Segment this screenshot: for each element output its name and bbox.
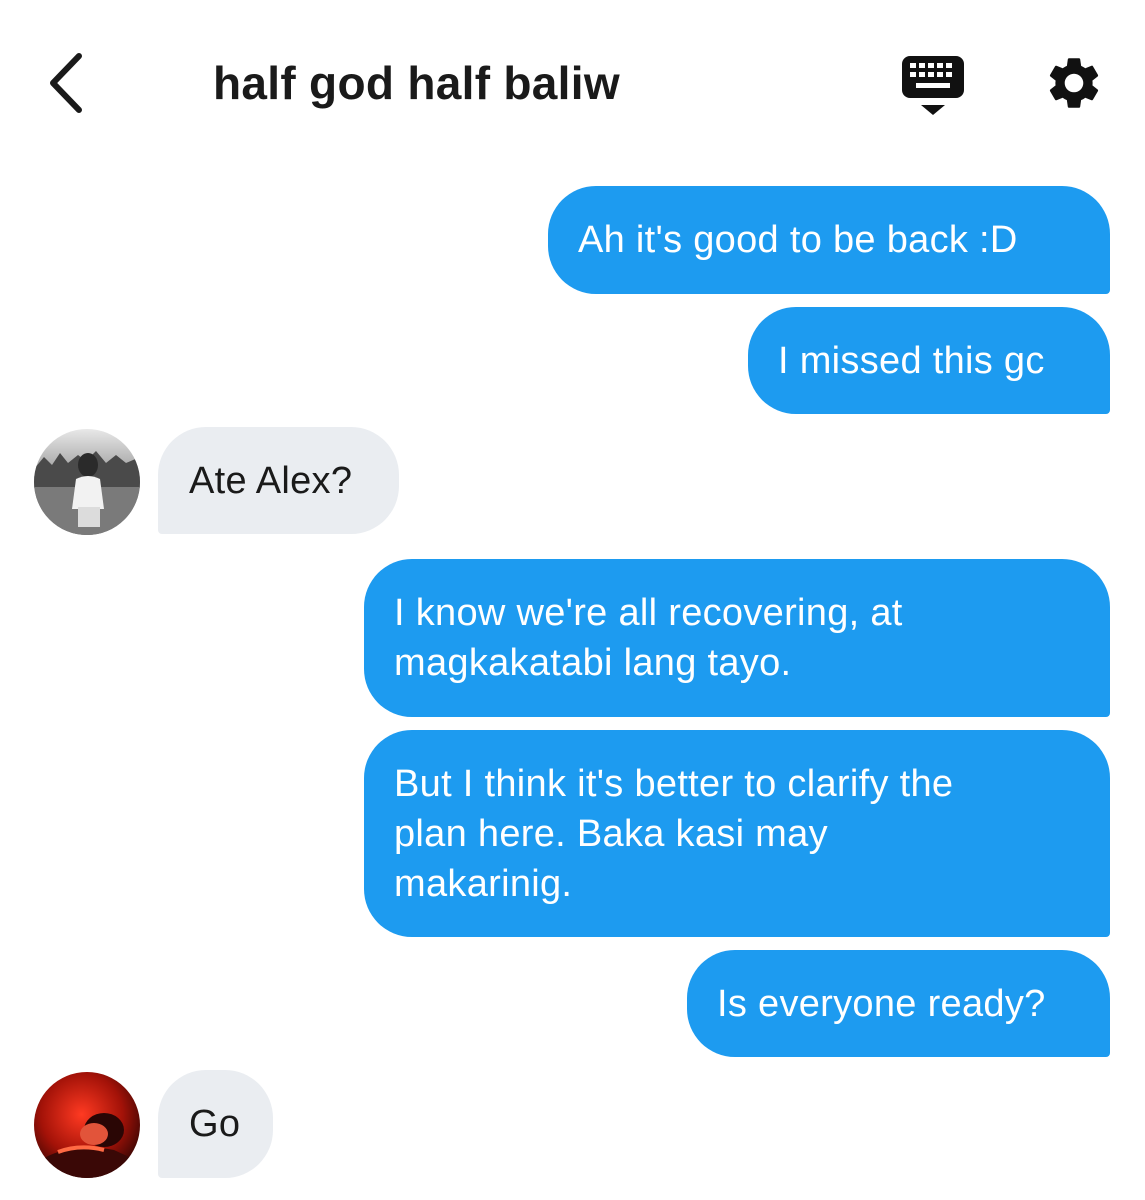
- message-bubble-outgoing[interactable]: Ah it's good to be back :D: [548, 186, 1110, 294]
- settings-button[interactable]: [1043, 52, 1105, 114]
- message-text-line: plan here. Baka kasi may: [394, 813, 828, 855]
- avatar[interactable]: [34, 429, 140, 535]
- message-bubble-incoming[interactable]: Go: [158, 1070, 273, 1178]
- message-bubble-outgoing[interactable]: I missed this gc: [748, 307, 1110, 414]
- back-button[interactable]: [40, 50, 90, 116]
- message-text-line: But I think it's better to clarify the: [394, 763, 954, 805]
- message-text: Is everyone ready?: [717, 983, 1046, 1025]
- chat-header: half god half baliw: [0, 0, 1145, 165]
- message-bubble-outgoing[interactable]: But I think it's better to clarify the p…: [364, 730, 1110, 937]
- message-text: I missed this gc: [778, 340, 1045, 382]
- message-text: Ate Alex?: [189, 460, 353, 502]
- message-bubble-incoming[interactable]: Ate Alex?: [158, 427, 399, 534]
- keyboard-icon: [902, 56, 964, 115]
- keyboard-button[interactable]: [900, 52, 966, 118]
- message-bubble-outgoing[interactable]: Is everyone ready?: [687, 950, 1110, 1057]
- message-text: Ah it's good to be back :D: [578, 219, 1018, 261]
- message-text: Go: [189, 1103, 241, 1145]
- message-text-line: magkakatabi lang tayo.: [394, 642, 792, 684]
- conversation-title: half god half baliw: [213, 57, 620, 109]
- chevron-left-icon: [50, 53, 82, 113]
- message-text-line: I know we're all recovering, at: [394, 592, 903, 634]
- avatar[interactable]: [34, 1072, 140, 1178]
- message-text-line: makarinig.: [394, 863, 573, 905]
- gear-icon: [1049, 58, 1099, 108]
- message-bubble-outgoing[interactable]: I know we're all recovering, at magkakat…: [364, 559, 1110, 717]
